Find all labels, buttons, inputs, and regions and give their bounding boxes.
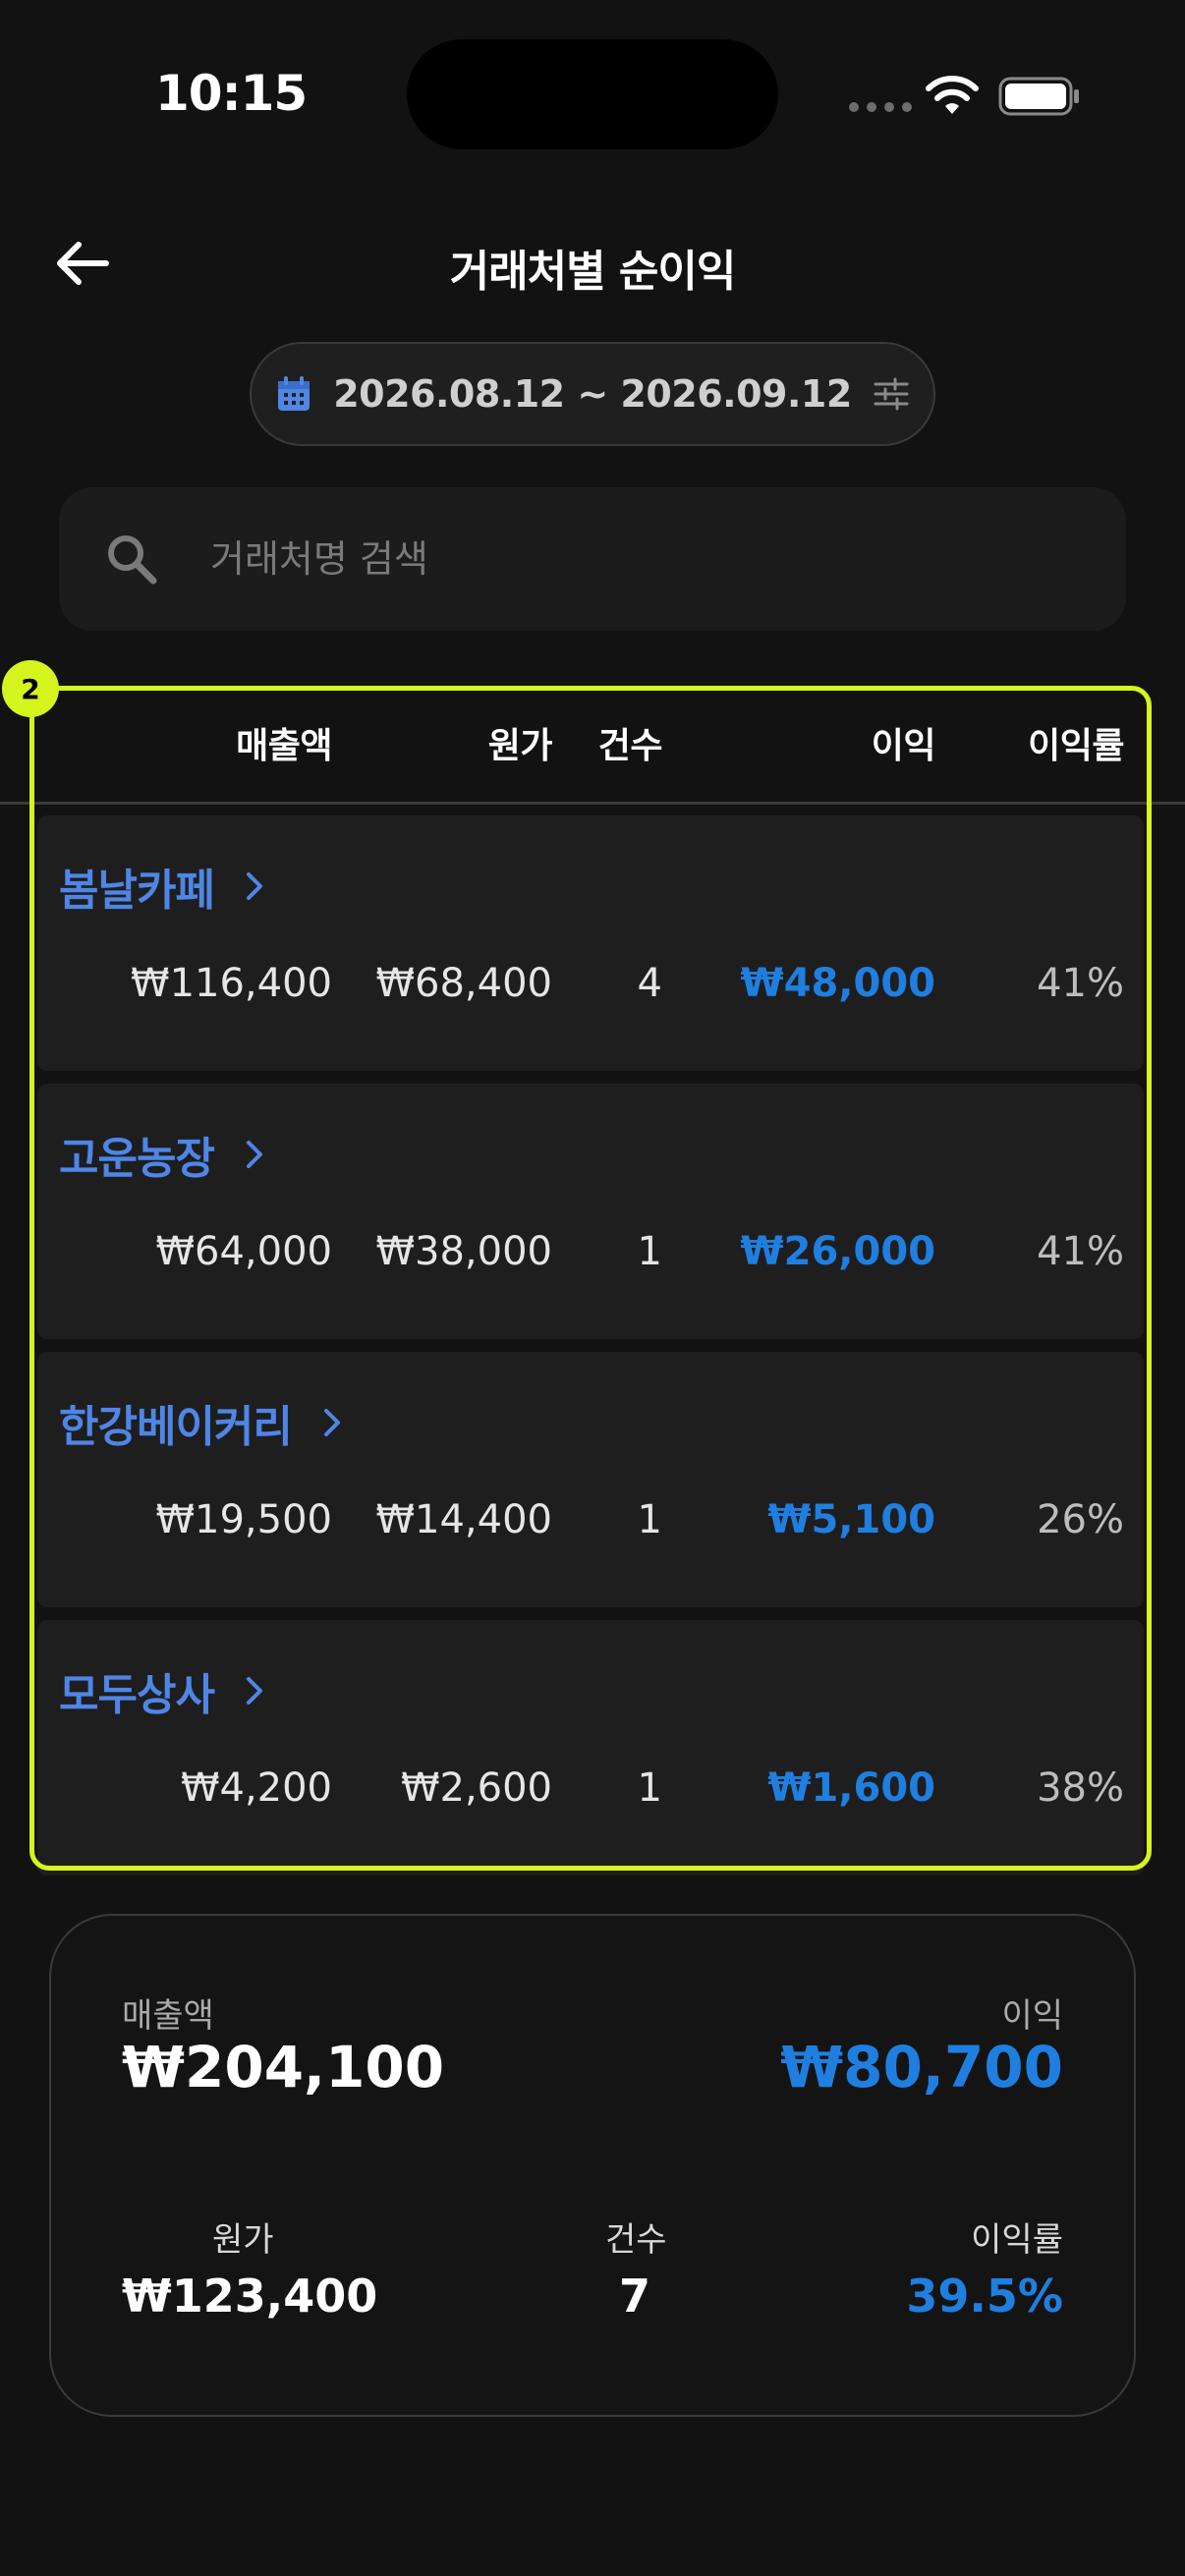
header-divider xyxy=(0,802,1185,805)
calendar-icon xyxy=(278,376,310,411)
profit-rate-value: 41% xyxy=(1037,1229,1124,1274)
summary-cost-label: 원가 xyxy=(212,2220,274,2260)
date-range-button[interactable]: 2026.08.12 ~ 2026.09.12 xyxy=(250,342,935,446)
page-title: 거래처별 순이익 xyxy=(449,247,737,297)
cost-value: ₩2,600 xyxy=(400,1765,552,1811)
profit-value: ₩5,100 xyxy=(767,1497,935,1542)
count-value: 1 xyxy=(637,1765,662,1811)
vendor-name: 고운농장 xyxy=(59,1134,215,1184)
summary-count-label: 건수 xyxy=(605,2220,667,2260)
vendor-name: 모두상사 xyxy=(59,1670,215,1720)
sales-value: ₩19,500 xyxy=(155,1497,332,1542)
chevron-right-icon xyxy=(246,872,262,900)
table-row[interactable]: 모두상사 ₩4,200 ₩2,600 1 ₩1,600 38% xyxy=(37,1620,1144,1876)
summary-rate-value: 39.5% xyxy=(906,2269,1063,2323)
battery-icon xyxy=(998,77,1079,116)
sales-value: ₩116,400 xyxy=(131,961,332,1006)
status-time: 10:15 xyxy=(155,65,308,122)
vendor-name-link[interactable]: 한강베이커리 xyxy=(59,1391,345,1454)
column-profit-rate: 이익률 xyxy=(1028,726,1124,766)
table-row[interactable]: 봄날카페 ₩116,400 ₩68,400 4 ₩48,000 41% xyxy=(37,815,1144,1071)
summary-profit-label: 이익 xyxy=(1001,1996,1063,2036)
count-value: 4 xyxy=(637,961,662,1006)
date-range-text: 2026.08.12 ~ 2026.09.12 xyxy=(333,372,852,416)
vendor-name-link[interactable]: 봄날카페 xyxy=(59,855,267,918)
chevron-right-icon xyxy=(246,1677,262,1705)
table-row[interactable]: 한강베이커리 ₩19,500 ₩14,400 1 ₩5,100 26% xyxy=(37,1352,1144,1607)
summary-rate-label: 이익률 xyxy=(971,2220,1063,2260)
column-cost: 원가 xyxy=(487,726,553,766)
profit-value: ₩26,000 xyxy=(740,1229,935,1274)
screen: 10:15 거래처별 순이익 2026.08.12 ~ 2026.09.12 거… xyxy=(0,0,1185,2576)
cellular-signal-icon xyxy=(849,102,912,112)
vendor-name: 봄날카페 xyxy=(59,866,215,916)
column-count: 건수 xyxy=(597,726,663,766)
count-value: 1 xyxy=(637,1229,662,1274)
profit-value: ₩48,000 xyxy=(740,961,935,1006)
dynamic-island xyxy=(407,39,778,149)
profit-rate-value: 41% xyxy=(1037,961,1124,1006)
column-profit: 이익 xyxy=(871,726,936,766)
profit-rate-value: 38% xyxy=(1037,1765,1124,1811)
column-sales: 매출액 xyxy=(236,726,332,766)
summary-sales-label: 매출액 xyxy=(122,1996,214,2036)
table-header: 매출액 원가 건수 이익 이익률 xyxy=(0,707,1185,806)
search-bar[interactable] xyxy=(59,487,1126,631)
highlight-badge: 2 xyxy=(2,660,59,717)
filter-sliders-icon xyxy=(874,377,909,411)
cost-value: ₩38,000 xyxy=(375,1229,552,1274)
vendor-name: 한강베이커리 xyxy=(59,1402,293,1452)
cost-value: ₩14,400 xyxy=(375,1497,552,1542)
cost-value: ₩68,400 xyxy=(375,961,552,1006)
sales-value: ₩4,200 xyxy=(180,1765,332,1811)
search-input[interactable] xyxy=(210,537,1126,581)
profit-rate-value: 26% xyxy=(1037,1497,1124,1542)
summary-profit-value: ₩80,700 xyxy=(780,2034,1063,2100)
summary-count-value: 7 xyxy=(619,2269,651,2323)
profit-value: ₩1,600 xyxy=(767,1765,935,1811)
search-icon xyxy=(108,535,157,585)
table-row[interactable]: 고운농장 ₩64,000 ₩38,000 1 ₩26,000 41% xyxy=(37,1084,1144,1339)
chevron-right-icon xyxy=(323,1409,340,1436)
vendor-name-link[interactable]: 고운농장 xyxy=(59,1123,267,1186)
summary-card: 매출액 ₩204,100 이익 ₩80,700 원가 ₩123,400 건수 7… xyxy=(49,1914,1136,2417)
vendor-name-link[interactable]: 모두상사 xyxy=(59,1659,267,1722)
summary-cost-value: ₩123,400 xyxy=(122,2269,378,2323)
count-value: 1 xyxy=(637,1497,662,1542)
sales-value: ₩64,000 xyxy=(155,1229,332,1274)
chevron-right-icon xyxy=(246,1141,262,1168)
wifi-icon xyxy=(926,76,979,114)
summary-sales-value: ₩204,100 xyxy=(122,2034,445,2100)
